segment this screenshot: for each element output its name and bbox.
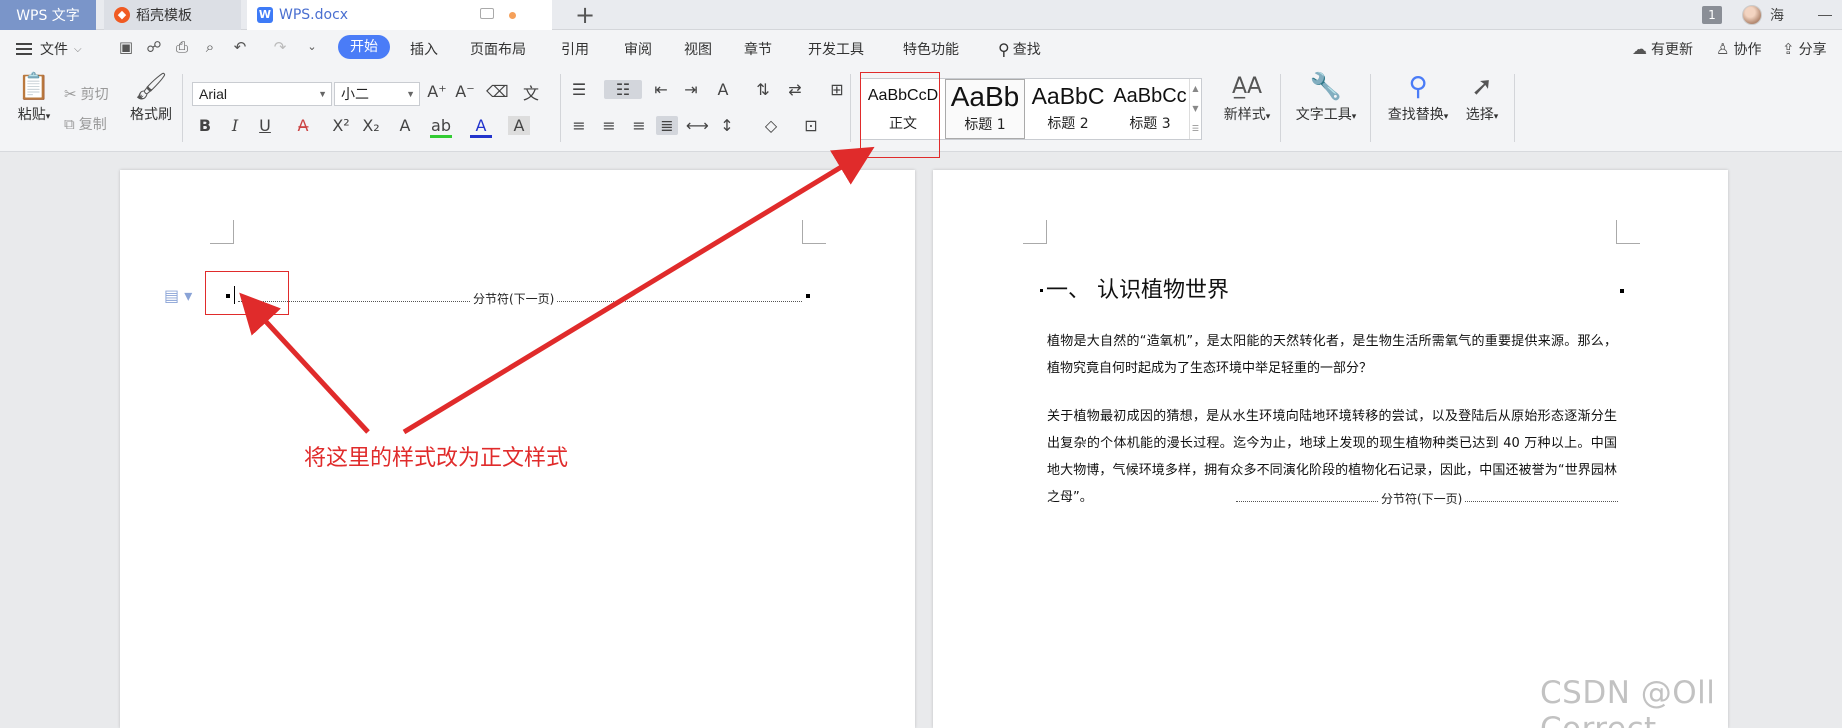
arrow-to-cursor (239, 292, 370, 434)
annotation-callout: 将这里的样式改为正文样式 (304, 446, 569, 471)
annotation-arrows (239, 146, 875, 435)
arrow-to-style (402, 146, 875, 435)
watermark: CSDN @Oll Correct (1540, 675, 1716, 728)
